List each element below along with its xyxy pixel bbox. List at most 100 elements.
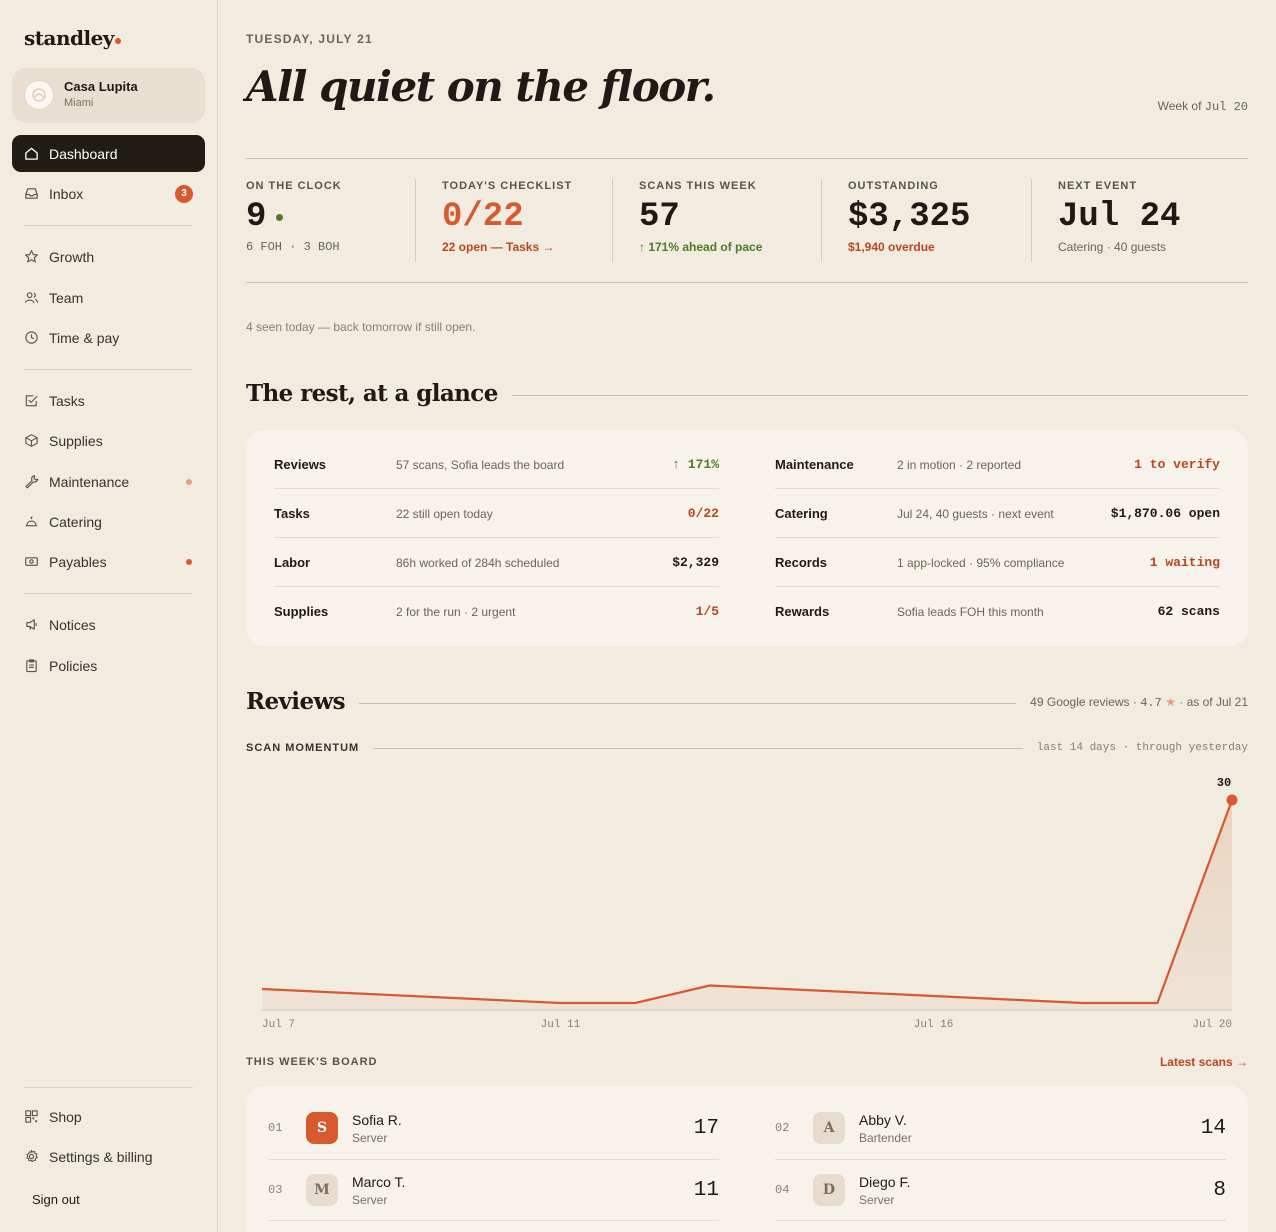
venue-logo <box>24 80 54 110</box>
nav-team[interactable]: Team <box>12 279 205 316</box>
reviews-meta: 49 Google reviews · 4.7 ★ · as of Jul 21 <box>1016 695 1248 710</box>
stat-value: 9 <box>246 198 342 236</box>
stat-divider <box>415 179 416 262</box>
nav-divider <box>24 369 193 370</box>
glance-row-reviews[interactable]: Reviews 57 scans, Sofia leads the board … <box>274 440 719 489</box>
avatar: A <box>813 1112 845 1144</box>
board-name: Sofia R. <box>352 1111 402 1128</box>
star-icon <box>25 250 38 263</box>
section-rule <box>476 395 1248 396</box>
stat-value: Jul 24 <box>1058 198 1181 236</box>
nav-maintenance[interactable]: Maintenance <box>12 463 205 500</box>
board-entry[interactable]: 01 S Sofia R. Server 17 <box>268 1098 719 1158</box>
glance-row-supplies[interactable]: Supplies 2 for the run · 2 urgent 1/5 <box>274 587 719 636</box>
reviews-title: Reviews <box>246 688 360 715</box>
nav-settings-label: Settings & billing <box>49 1148 153 1165</box>
board-person: Sofia R. Server <box>352 1112 694 1145</box>
nav-notices-label: Notices <box>49 616 96 633</box>
stat-value: 57 <box>639 198 680 236</box>
chart-x-tick-label: Jul 11 <box>541 1019 581 1031</box>
stat-divider <box>821 179 822 262</box>
glance-row-name: Supplies <box>274 604 329 619</box>
glance-row-value: 1 to verify <box>1134 457 1220 472</box>
glance-row-desc: 22 still open today <box>396 506 493 521</box>
inbox-icon <box>25 188 38 199</box>
nav-growth[interactable]: Growth <box>12 238 205 275</box>
glance-row-desc: 2 for the run · 2 urgent <box>396 604 516 619</box>
sign-out-link[interactable]: Sign out <box>32 1192 80 1207</box>
nav-supplies-label: Supplies <box>49 432 103 449</box>
nav-supplies[interactable]: Supplies <box>12 422 205 459</box>
nav-payables[interactable]: Payables <box>12 543 205 580</box>
tasks-link[interactable]: 22 open — Tasks → <box>442 240 572 254</box>
glance-row-value: 62 scans <box>1157 604 1220 619</box>
board-entry[interactable]: 03 M Marco T. Server 11 <box>268 1160 719 1220</box>
glance-title: The rest, at a glance <box>246 380 512 407</box>
nav-catering[interactable]: Catering <box>12 503 205 540</box>
glance-row-labor[interactable]: Labor 86h worked of 284h scheduled $2,32… <box>274 538 719 587</box>
brand-logo[interactable]: standley <box>24 26 121 50</box>
venue-switcher[interactable]: Casa Lupita Miami <box>12 68 205 123</box>
glance-row-records[interactable]: Records 1 app-locked · 95% compliance 1 … <box>775 538 1220 587</box>
glance-row-rewards[interactable]: Rewards Sofia leads FOH this month 62 sc… <box>775 587 1220 636</box>
stat-sub: ↑ 171% ahead of pace <box>639 240 763 254</box>
nav-notices[interactable]: Notices <box>12 606 205 643</box>
venue-name: Casa Lupita <box>64 79 138 94</box>
reviews-count: 49 Google reviews · <box>1030 695 1137 709</box>
board-entry[interactable]: 02 A Abby V. Bartender 14 <box>775 1098 1226 1158</box>
glance-row-desc: 1 app-locked · 95% compliance <box>897 555 1065 570</box>
section-rule <box>366 748 1136 749</box>
clipboard-icon <box>26 659 37 673</box>
latest-scans-link[interactable]: Latest scans → <box>1160 1055 1248 1069</box>
glance-row-name: Maintenance <box>775 457 854 472</box>
board-title: THIS WEEK'S BOARD <box>246 1056 378 1068</box>
page-headline: All quiet on the floor. <box>246 62 716 111</box>
payables-indicator-dot <box>186 558 192 565</box>
chart-x-tick-label: Jul 20 <box>1192 1019 1232 1031</box>
nav-maintenance-label: Maintenance <box>49 473 130 490</box>
reviews-rating: 4.7 <box>1140 696 1162 710</box>
glance-row-maintenance[interactable]: Maintenance 2 in motion · 2 reported 1 t… <box>775 440 1220 489</box>
nav-inbox[interactable]: Inbox 3 <box>12 175 205 212</box>
stat-todays-checklist[interactable]: TODAY'S CHECKLIST 0/22 22 open — Tasks → <box>442 180 572 262</box>
glance-row-name: Reviews <box>274 457 327 472</box>
stat-divider <box>1031 179 1032 262</box>
stat-scans-this-week[interactable]: SCANS THIS WEEK 57 ↑ 171% ahead of pace <box>639 180 762 262</box>
stat-sub: Catering · 40 guests <box>1058 240 1167 254</box>
nav-growth-label: Growth <box>49 248 95 265</box>
nav-dashboard[interactable]: Dashboard <box>12 135 205 172</box>
gear-icon <box>26 1149 38 1163</box>
glance-row-catering[interactable]: Catering Jul 24, 40 guests · next event … <box>775 489 1220 538</box>
nav-settings[interactable]: Settings & billing <box>12 1138 205 1175</box>
stat-sub: 6 FOH · 3 BOH <box>246 240 340 254</box>
nav-divider <box>24 225 193 226</box>
stat-on-the-clock[interactable]: ON THE CLOCK 9 6 FOH · 3 BOH <box>246 180 342 262</box>
stat-outstanding[interactable]: OUTSTANDING $3,325 $1,940 overdue <box>848 180 970 262</box>
glance-row-name: Labor <box>274 555 311 570</box>
nav-policies[interactable]: Policies <box>12 647 205 684</box>
stat-label: NEXT EVENT <box>1058 180 1138 192</box>
board-rank: 02 <box>775 1121 790 1135</box>
board-role: Server <box>352 1130 388 1145</box>
seen-note: 4 seen today — back tomorrow if still op… <box>246 320 476 334</box>
nav-tasks-label: Tasks <box>49 392 85 409</box>
nav-inbox-label: Inbox <box>49 185 84 202</box>
board-person: Marco T. Server <box>352 1174 694 1207</box>
chart-area-fill <box>262 800 1232 1010</box>
glance-row-tasks[interactable]: Tasks 22 still open today 0/22 <box>274 489 719 538</box>
cloche-icon <box>25 516 38 527</box>
board-name: Marco T. <box>352 1173 406 1190</box>
glance-row-desc: 2 in motion · 2 reported <box>897 457 1022 472</box>
board-entry[interactable]: 04 D Diego F. Server 8 <box>775 1160 1226 1220</box>
current-date: TUESDAY, JULY 21 <box>246 32 373 46</box>
avatar: M <box>306 1174 338 1206</box>
stat-next-event[interactable]: NEXT EVENT Jul 24 Catering · 40 guests <box>1058 180 1180 262</box>
board-role: Server <box>859 1192 895 1207</box>
nav-time-pay[interactable]: Time & pay <box>12 319 205 356</box>
stat-label: OUTSTANDING <box>848 180 939 192</box>
glance-row-desc: 57 scans, Sofia leads the board <box>396 457 565 472</box>
nav-shop[interactable]: Shop <box>12 1098 205 1135</box>
chart-last-point <box>1226 794 1238 806</box>
nav-tasks[interactable]: Tasks <box>12 382 205 419</box>
stats-top-rule <box>246 158 1248 159</box>
